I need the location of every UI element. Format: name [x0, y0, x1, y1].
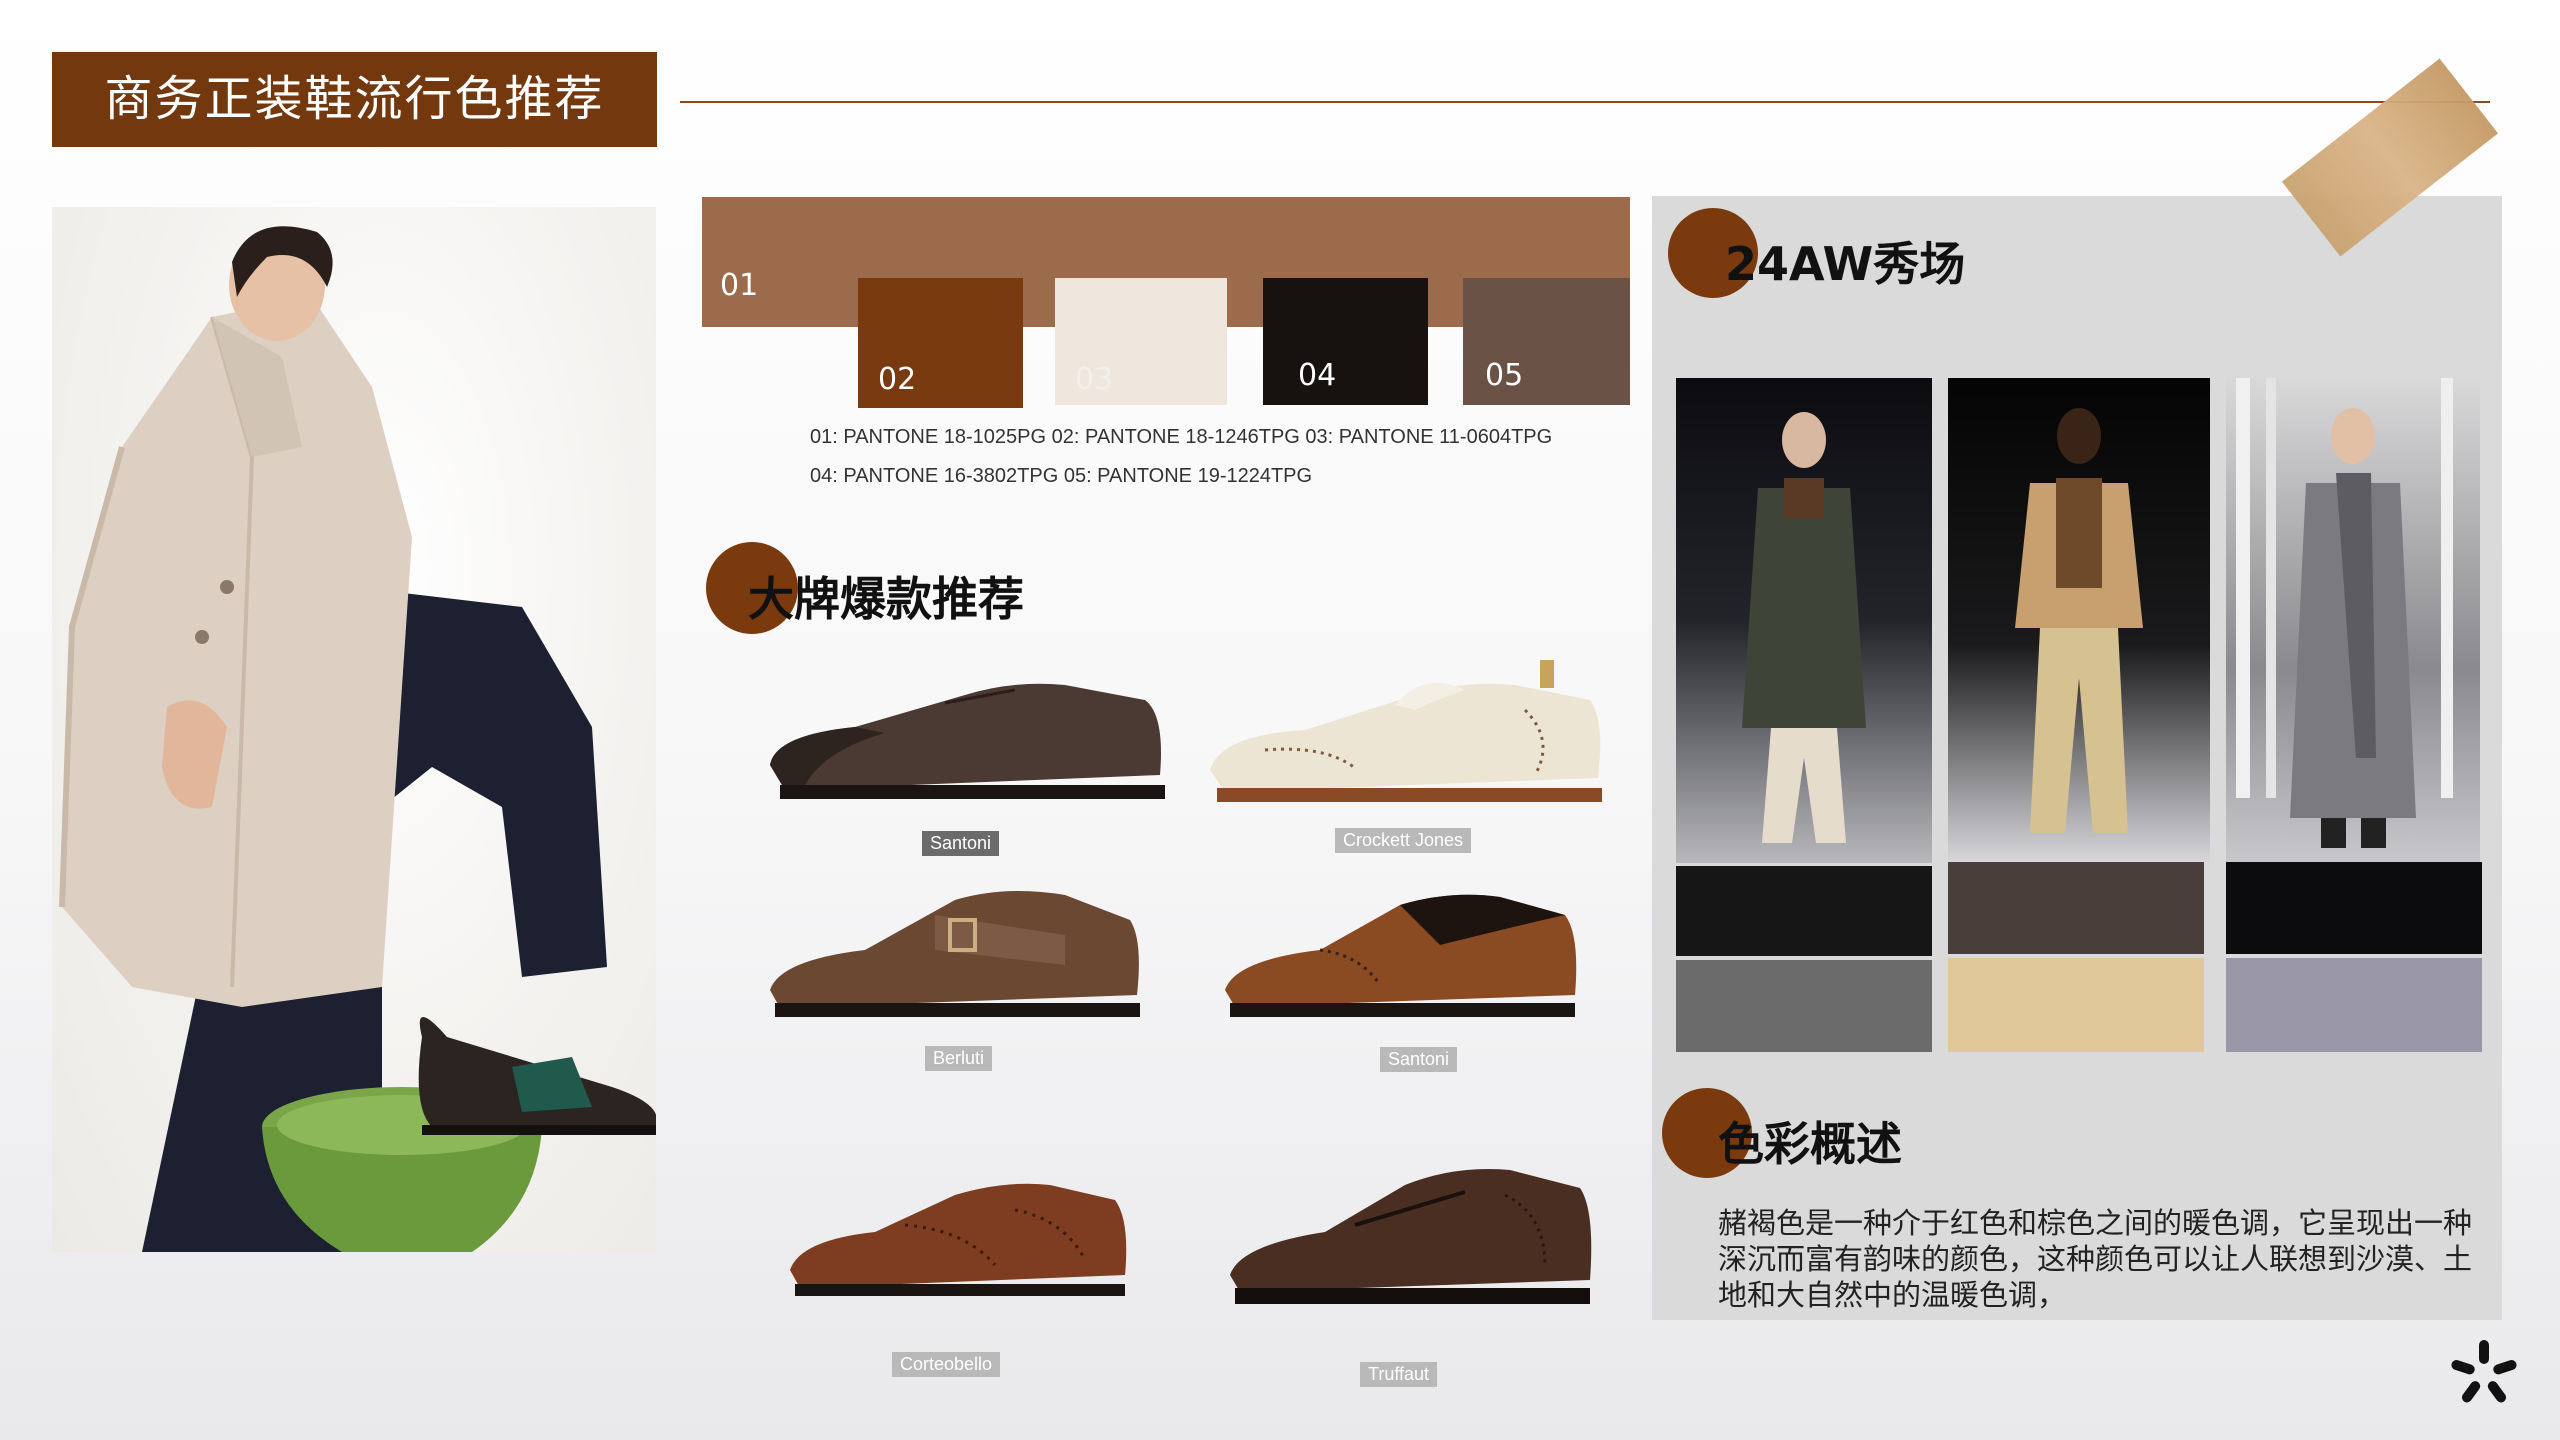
runway-look-grey-coat-icon	[2236, 378, 2453, 848]
brogue-shoe-chestnut-icon	[790, 1183, 1127, 1296]
color-description: 赭褐色是一种介于红色和棕色之间的暖色调，它呈现出一种深沉而富有韵味的颜色，这种颜…	[1718, 1206, 2473, 1312]
runway-look-camel-jacket-icon	[2015, 408, 2143, 833]
runway-look-1	[1676, 378, 1932, 863]
palette-label-04: 04	[1298, 358, 1337, 393]
oxford-shoe-espresso-icon	[1230, 1169, 1592, 1304]
palette-label-02: 02	[878, 362, 917, 397]
shoe-brand-tag: Santoni	[922, 831, 1000, 856]
runway-look-2	[1948, 378, 2210, 863]
shoe-crockett-jones: Crockett Jones	[1205, 650, 1605, 853]
runway-swatch-3-top	[2226, 862, 2482, 954]
shoe-truffaut: Truffaut	[1225, 1150, 1595, 1387]
model-photo	[52, 207, 656, 1252]
brogue-shoe-burnished-icon	[1225, 894, 1577, 1017]
runway-heading: 24AW秀场	[1725, 237, 1966, 291]
oxford-shoe-cream-icon	[1210, 660, 1602, 802]
palette-swatch-04	[1263, 278, 1428, 405]
page-title: 商务正装鞋流行色推荐	[104, 71, 605, 127]
monk-strap-shoe-brown-icon	[770, 891, 1140, 1017]
shoe-corteobello: Corteobello	[785, 1170, 1130, 1377]
shoe-berluti: Berluti	[765, 880, 1140, 1071]
shoe-brand-tag: Crockett Jones	[1335, 828, 1472, 853]
runway-look-3	[2226, 378, 2480, 863]
title-divider	[680, 101, 2490, 103]
brand-logo-icon	[2448, 1338, 2520, 1410]
color-heading: 色彩概述	[1718, 1117, 1902, 1171]
shoe-brand-tag: Truffaut	[1360, 1362, 1438, 1387]
shoe-brand-tag: Berluti	[925, 1046, 993, 1071]
brands-heading: 大牌爆款推荐	[748, 572, 1024, 626]
shoe-santoni-1: Santoni	[765, 655, 1170, 856]
runway-look-olive-coat-icon	[1742, 412, 1866, 843]
shoe-santoni-2: Santoni	[1220, 885, 1580, 1072]
runway-swatch-3-bottom	[2226, 958, 2482, 1052]
runway-swatch-2-top	[1948, 862, 2204, 954]
runway-swatch-2-bottom	[1948, 958, 2204, 1052]
pantone-codes-line1: 01: PANTONE 18-1025PG 02: PANTONE 18-124…	[810, 426, 1553, 448]
shoe-brand-tag: Santoni	[1380, 1047, 1458, 1072]
palette-label-01: 01	[720, 268, 759, 303]
palette-label-05: 05	[1485, 358, 1524, 393]
shoe-brand-tag: Corteobello	[892, 1352, 1001, 1377]
oxford-shoe-dark-brown-icon	[770, 683, 1165, 799]
pantone-codes-line2: 04: PANTONE 16-3802TPG 05: PANTONE 19-12…	[810, 465, 1313, 487]
runway-swatch-1-bottom	[1676, 960, 1932, 1052]
palette-label-03: 03	[1075, 362, 1114, 397]
runway-swatch-1-top	[1676, 866, 1932, 956]
